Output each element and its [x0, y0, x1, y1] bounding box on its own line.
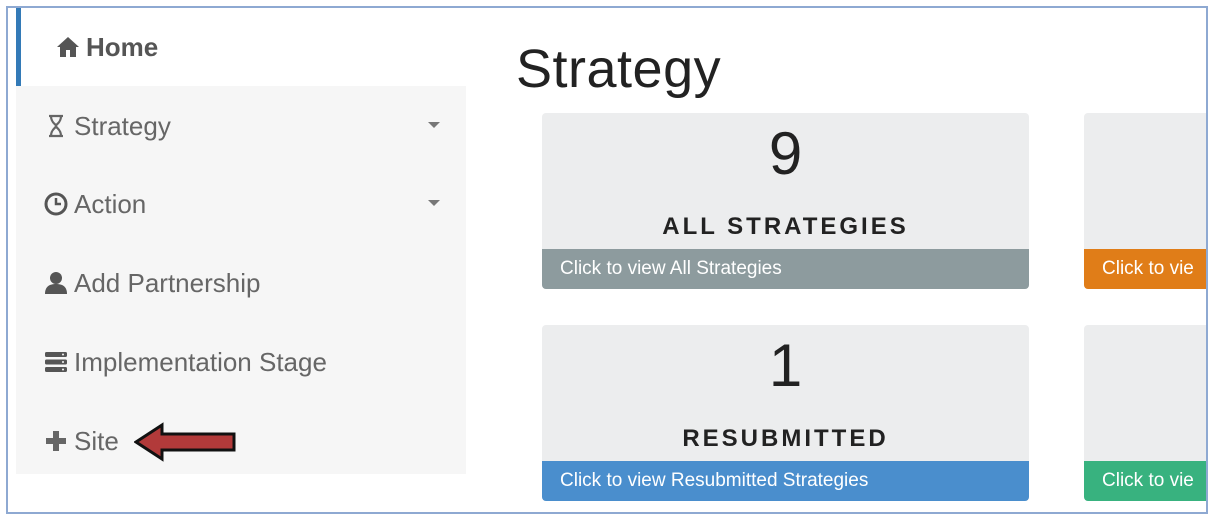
- card-footer-link[interactable]: Click to vie: [1084, 461, 1206, 501]
- card-footer-link[interactable]: Click to view Resubmitted Strategies: [542, 461, 1029, 501]
- screenshot-frame: Home Strategy Action Add Partnership Imp…: [6, 6, 1208, 514]
- card-label: RESUBMITTED: [682, 425, 889, 452]
- card-partial-orange: Click to vie: [1084, 113, 1206, 289]
- plus-icon: [42, 431, 70, 451]
- hourglass-icon: [42, 114, 70, 138]
- sidebar-item-add-partnership[interactable]: Add Partnership: [16, 244, 466, 322]
- red-arrow-icon: [133, 421, 238, 468]
- card-count: 9: [768, 120, 803, 187]
- card-footer-link[interactable]: Click to vie: [1084, 249, 1206, 289]
- tasks-icon: [42, 350, 70, 374]
- user-icon: [42, 271, 70, 295]
- sidebar: Home Strategy Action Add Partnership Imp…: [16, 8, 466, 474]
- sidebar-item-home[interactable]: Home: [16, 8, 466, 86]
- card-partial-green: Click to vie: [1084, 325, 1206, 501]
- sidebar-item-label: Add Partnership: [74, 267, 261, 298]
- sidebar-item-label: Implementation Stage: [74, 346, 327, 377]
- card-all-strategies: 9 ALL STRATEGIES Click to view All Strat…: [542, 113, 1029, 289]
- chevron-down-icon: [428, 122, 440, 128]
- sidebar-item-label: Action: [74, 188, 147, 219]
- card-footer-link[interactable]: Click to view All Strategies: [542, 249, 1029, 289]
- sidebar-item-label: Strategy: [74, 110, 171, 141]
- sidebar-item-label: Site: [74, 425, 119, 456]
- card-resubmitted: 1 RESUBMITTED Click to view Resubmitted …: [542, 325, 1029, 501]
- sidebar-item-site[interactable]: Site: [16, 402, 466, 480]
- clock-icon: [42, 192, 70, 216]
- home-icon: [54, 36, 82, 58]
- card-count: 1: [768, 332, 803, 399]
- page-title: Strategy: [516, 39, 722, 99]
- card-label: ALL STRATEGIES: [662, 213, 909, 240]
- sidebar-item-strategy[interactable]: Strategy: [16, 87, 466, 165]
- sidebar-item-implementation-stage[interactable]: Implementation Stage: [16, 323, 466, 401]
- sidebar-item-action[interactable]: Action: [16, 165, 466, 243]
- sidebar-item-label: Home: [86, 31, 159, 62]
- chevron-down-icon: [428, 200, 440, 206]
